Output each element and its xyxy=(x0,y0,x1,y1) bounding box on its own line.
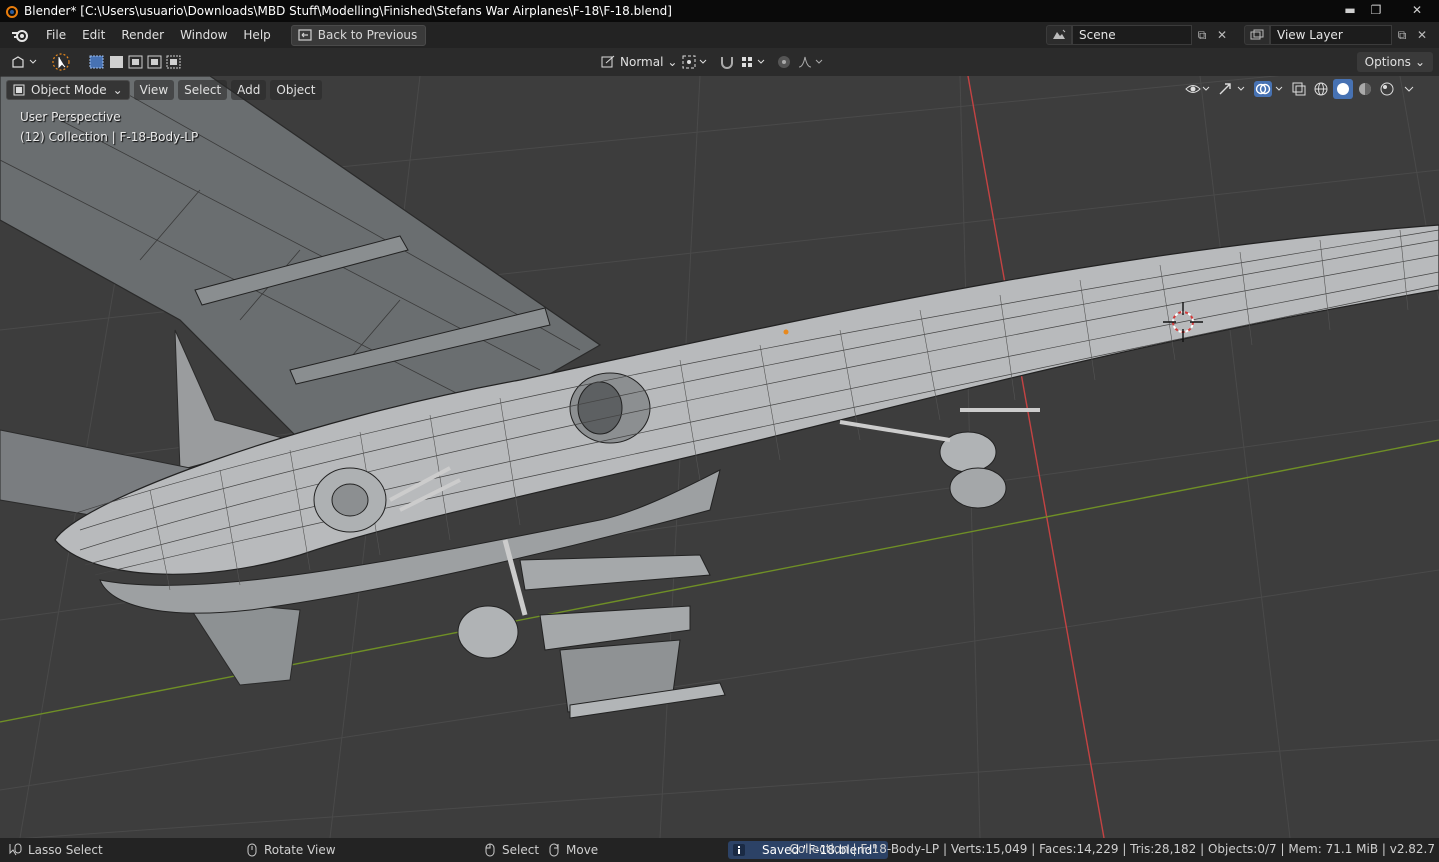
proportional-edit-icon[interactable] xyxy=(774,52,794,72)
status-rotate-label: Rotate View xyxy=(264,843,336,857)
main-gear-wheel xyxy=(313,467,387,533)
view-layer-selector[interactable]: View Layer ⧉ ✕ xyxy=(1244,25,1432,45)
back-to-previous-label: Back to Previous xyxy=(317,28,418,42)
xray-icon[interactable] xyxy=(1289,79,1309,99)
window-close-icon[interactable]: ✕ xyxy=(1402,0,1432,20)
transform-orientation-icon xyxy=(601,55,615,68)
status-move-label: Move xyxy=(566,843,599,857)
solid-shading-icon[interactable] xyxy=(1333,79,1353,99)
window-maximize-icon[interactable]: ❐ xyxy=(1363,0,1389,20)
viewport-menu-object[interactable]: Object xyxy=(270,80,322,100)
chevron-down-icon: ⌄ xyxy=(112,83,123,97)
object-mode-dropdown[interactable]: Object Mode ⌄ xyxy=(6,80,130,100)
object-mode-label: Object Mode xyxy=(31,83,107,97)
viewport-shading-controls xyxy=(1183,79,1419,99)
delete-scene-icon[interactable]: ✕ xyxy=(1212,25,1232,45)
object-mode-icon xyxy=(13,84,25,96)
rendered-shading-icon[interactable] xyxy=(1377,79,1397,99)
fullscreen-back-icon xyxy=(298,29,312,41)
scene-selector[interactable]: Scene ⧉ ✕ xyxy=(1046,25,1232,45)
status-select: Select xyxy=(484,842,539,858)
scene-name-field[interactable]: Scene xyxy=(1072,25,1192,45)
mouse-left-icon xyxy=(9,843,22,856)
3d-viewport[interactable]: Object Mode ⌄ View Select Add Object Use… xyxy=(0,76,1439,838)
viewport-scene[interactable] xyxy=(0,76,1439,838)
blender-logo-icon xyxy=(6,6,18,18)
active-collection-label: (12) Collection | F-18-Body-LP xyxy=(20,130,199,144)
view-perspective-label: User Perspective xyxy=(20,110,121,124)
options-dropdown[interactable]: Options ⌄ xyxy=(1356,52,1433,72)
viewport-menu-add[interactable]: Add xyxy=(231,80,267,100)
delete-view-layer-icon[interactable]: ✕ xyxy=(1412,25,1432,45)
menu-file[interactable]: File xyxy=(38,24,74,46)
scene-statistics: Collection | F-18-Body-LP | Verts:15,049… xyxy=(789,842,1435,856)
snap-toggle-icon[interactable] xyxy=(716,52,738,72)
new-scene-icon[interactable]: ⧉ xyxy=(1192,25,1212,45)
overlay-icon[interactable] xyxy=(1251,79,1287,99)
select-tool-icon[interactable] xyxy=(48,52,74,72)
menu-window[interactable]: Window xyxy=(172,24,235,46)
blender-logo-icon[interactable] xyxy=(10,25,30,45)
options-label: Options xyxy=(1364,55,1411,69)
menu-render[interactable]: Render xyxy=(113,24,172,46)
window-title: Blender* [C:\Users\usuario\Downloads\MBD… xyxy=(24,4,672,18)
snap-icon[interactable] xyxy=(738,52,768,72)
status-rotate-view: Rotate View xyxy=(246,842,336,858)
falloff-icon[interactable] xyxy=(796,52,826,72)
visibility-icon[interactable] xyxy=(1183,79,1213,99)
menu-edit[interactable]: Edit xyxy=(74,24,113,46)
window-titlebar: Blender* [C:\Users\usuario\Downloads\MBD… xyxy=(0,0,1439,22)
view-layer-icon[interactable] xyxy=(1244,25,1270,45)
chevron-down-icon: ⌄ xyxy=(667,55,678,69)
nose-gear-wheels xyxy=(839,408,1040,509)
mouse-middle-icon xyxy=(247,843,257,857)
transform-orientation-value: Normal xyxy=(620,55,664,69)
status-bar: Lasso Select Rotate View Select Move Sav… xyxy=(0,838,1439,862)
status-select-label: Select xyxy=(502,843,540,857)
view-layer-name-field[interactable]: View Layer xyxy=(1270,25,1392,45)
viewport-header: Object Mode ⌄ View Select Add Object xyxy=(6,80,322,100)
chevron-down-icon: ⌄ xyxy=(1414,55,1425,69)
window-minimize-icon[interactable]: ▬ xyxy=(1337,0,1363,20)
object-origin xyxy=(783,329,789,335)
viewport-menu-view[interactable]: View xyxy=(133,80,175,100)
new-view-layer-icon[interactable]: ⧉ xyxy=(1392,25,1412,45)
info-icon xyxy=(733,844,745,856)
pivot-icon[interactable] xyxy=(680,52,710,72)
top-menu-bar: File Edit Render Window Help Back to Pre… xyxy=(0,22,1439,48)
box-select-mode-icon[interactable] xyxy=(88,52,184,72)
gizmo-icon[interactable] xyxy=(1215,79,1249,99)
editor-type-icon[interactable] xyxy=(8,52,40,72)
status-lasso-select: Lasso Select xyxy=(8,842,103,858)
back-to-previous-button[interactable]: Back to Previous xyxy=(290,24,427,46)
status-lasso-label: Lasso Select xyxy=(28,843,103,857)
scene-icon[interactable] xyxy=(1046,25,1072,45)
material-shading-icon[interactable] xyxy=(1355,79,1375,99)
status-move: Move xyxy=(548,842,598,858)
menu-help[interactable]: Help xyxy=(235,24,278,46)
mouse-drag-icon xyxy=(549,843,559,857)
tool-header: Normal ⌄ Options ⌄ xyxy=(0,48,1439,76)
shading-options-chevron-icon[interactable] xyxy=(1399,79,1419,99)
transform-orientation-dropdown[interactable]: Normal ⌄ xyxy=(594,52,683,72)
aircraft-model[interactable] xyxy=(0,76,1439,719)
viewport-menu-select[interactable]: Select xyxy=(178,80,228,100)
wireframe-shading-icon[interactable] xyxy=(1311,79,1331,99)
mouse-left-icon xyxy=(485,843,495,857)
